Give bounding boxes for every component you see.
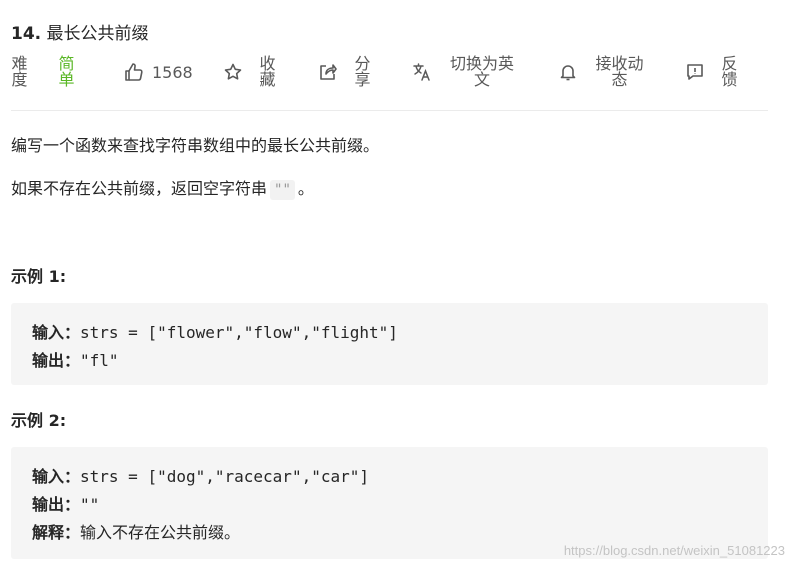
share-icon [318,62,338,82]
description-line-2-suffix: 。 [297,179,314,198]
input-value: strs = ["flower","flow","flight"] [80,323,398,342]
inline-code: "" [270,179,295,200]
input-label: 输入： [32,467,81,486]
notify-button[interactable]: 接收动态 [558,56,645,88]
description-line-2: 如果不存在公共前缀，返回空字符串 ""。 [11,175,314,200]
problem-title: 14. 最长公共前缀 [11,19,149,44]
example-2-input: 输入：strs = ["dog","racecar","car"] [32,463,369,487]
difficulty-label: 难度 [11,54,28,89]
explain-label: 解释： [32,523,81,542]
example-1-title: 示例 1: [11,267,67,286]
notify-label: 接收动态 [595,54,644,89]
example-1-output: 输出："fl" [32,347,119,371]
difficulty-value: 简单 [58,54,75,89]
output-label: 输出： [32,351,81,370]
description-line-1: 编写一个函数来查找字符串数组中的最长公共前缀。 [11,136,380,155]
divider [11,110,768,111]
output-value: "" [80,495,100,514]
feedback-label: 反馈 [721,54,738,89]
star-icon [223,62,243,82]
example-2-output: 输出："" [32,491,99,515]
example-2-title: 示例 2: [11,411,67,430]
share-label: 分享 [354,54,371,89]
translate-button[interactable]: 切换为英文 [412,56,516,88]
translate-icon [412,62,432,82]
problem-toolbar: 难度 简单 1568 收藏 分享 切换为英文 接收动态 反馈 [0,52,794,96]
example-2-explain: 解释：输入不存在公共前缀。 [32,519,240,543]
like-button[interactable]: 1568 [124,62,193,82]
thumbs-up-icon [124,62,144,82]
problem-number: 14. [11,24,42,44]
bell-icon [558,62,578,82]
favorite-label: 收藏 [259,54,276,89]
translate-label: 切换为英文 [449,54,514,89]
favorite-button[interactable]: 收藏 [223,56,276,88]
output-value: "fl" [80,351,119,370]
example-1-input: 输入：strs = ["flower","flow","flight"] [32,319,398,343]
difficulty: 难度 简单 [11,56,75,88]
input-value: strs = ["dog","racecar","car"] [80,467,369,486]
share-button[interactable]: 分享 [318,56,371,88]
description-line-2-text: 如果不存在公共前缀，返回空字符串 [11,179,268,198]
input-label: 输入： [32,323,81,342]
output-label: 输出： [32,495,81,514]
example-1-box: 输入：strs = ["flower","flow","flight"] 输出：… [11,303,768,385]
problem-title-text: 最长公共前缀 [46,24,149,44]
explain-value: 输入不存在公共前缀。 [80,523,241,542]
watermark: https://blog.csdn.net/weixin_51081223 [563,543,785,558]
feedback-button[interactable]: 反馈 [685,56,738,88]
feedback-icon [685,62,705,82]
like-count: 1568 [152,62,193,82]
